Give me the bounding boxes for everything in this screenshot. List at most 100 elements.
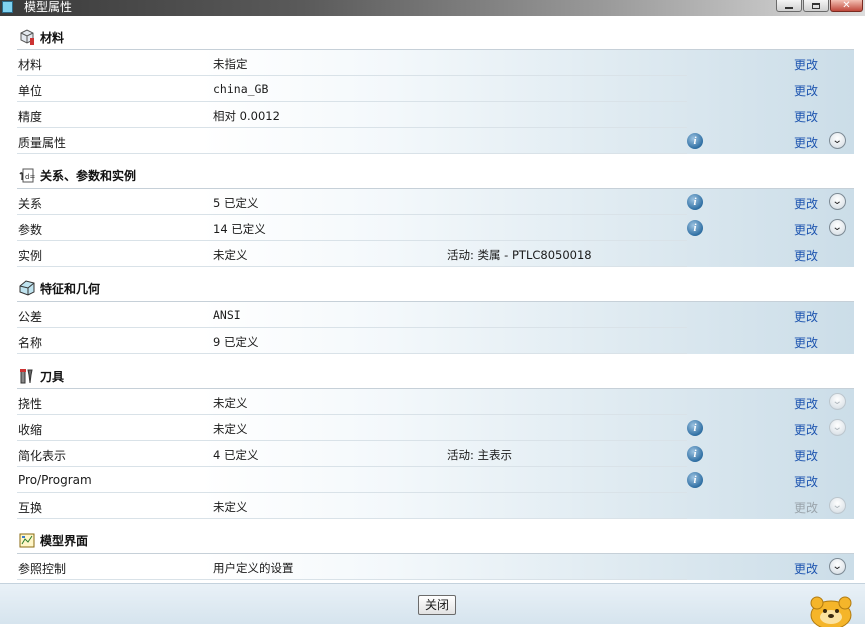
change-link[interactable]: 更改 bbox=[794, 108, 818, 125]
row-divider bbox=[17, 153, 687, 154]
expand-button[interactable]: ⌄ bbox=[829, 193, 846, 210]
info-icon[interactable]: i bbox=[687, 133, 703, 149]
property-label: 质量属性 bbox=[18, 136, 67, 150]
property-label: 互换 bbox=[18, 501, 43, 515]
property-value: 未定义 bbox=[213, 500, 248, 514]
change-link[interactable]: 更改 bbox=[794, 247, 818, 264]
features-icon bbox=[18, 279, 36, 297]
change-link[interactable]: 更改 bbox=[794, 82, 818, 99]
chevron-down-icon: ⌄ bbox=[832, 395, 843, 407]
change-link[interactable]: 更改 bbox=[794, 473, 818, 490]
close-icon: ✕ bbox=[842, 0, 851, 11]
change-link[interactable]: 更改 bbox=[794, 447, 818, 464]
section-title: 模型界面 bbox=[40, 533, 89, 548]
change-link: 更改 bbox=[794, 501, 819, 515]
property-label: 实例 bbox=[18, 249, 43, 263]
property-label: 单位 bbox=[18, 84, 43, 98]
property-row: 互换 未定义 更改 ⌄ bbox=[17, 493, 854, 519]
property-value: 9 已定义 bbox=[213, 335, 259, 349]
property-row: 参数 14 已定义 i 更改 ⌄ bbox=[17, 215, 854, 241]
property-label: 参数 bbox=[18, 223, 43, 237]
info-icon[interactable]: i bbox=[687, 472, 703, 488]
material-icon bbox=[18, 28, 36, 46]
close-window-button[interactable]: ✕ bbox=[830, 0, 863, 12]
model-interface-icon bbox=[18, 531, 36, 549]
section-header: 模型界面 bbox=[18, 527, 854, 553]
property-label: 材料 bbox=[18, 58, 43, 72]
change-link[interactable]: 更改 bbox=[794, 334, 818, 351]
property-label: 收缩 bbox=[18, 423, 43, 437]
property-label: 关系 bbox=[18, 197, 43, 211]
row-divider bbox=[17, 266, 687, 267]
property-value: 未定义 bbox=[213, 422, 248, 436]
expand-button: ⌄ bbox=[829, 419, 846, 436]
property-active-info: 活动: 主表示 bbox=[447, 448, 513, 462]
property-row: 简化表示 4 已定义 活动: 主表示 i 更改 bbox=[17, 441, 854, 467]
change-link[interactable]: 更改 bbox=[794, 221, 818, 238]
info-icon[interactable]: i bbox=[687, 446, 703, 462]
close-button[interactable]: 关闭 bbox=[418, 595, 456, 615]
property-row: 单位 china_GB 更改 bbox=[17, 76, 854, 102]
row-divider bbox=[17, 353, 687, 354]
maximize-button[interactable] bbox=[803, 0, 829, 12]
property-row: 名称 9 已定义 更改 bbox=[17, 328, 854, 354]
row-divider bbox=[17, 579, 687, 580]
property-value: ANSI bbox=[213, 308, 241, 322]
tools-icon bbox=[18, 367, 36, 385]
section-title: 材料 bbox=[40, 30, 65, 45]
property-label: 名称 bbox=[18, 336, 43, 350]
change-link[interactable]: 更改 bbox=[794, 308, 818, 325]
property-row: 关系 5 已定义 i 更改 ⌄ bbox=[17, 189, 854, 215]
expand-button[interactable]: ⌄ bbox=[829, 132, 846, 149]
chevron-down-icon: ⌄ bbox=[832, 560, 843, 572]
svg-text:d=: d= bbox=[25, 173, 35, 181]
change-link[interactable]: 更改 bbox=[794, 195, 818, 212]
property-value: 14 已定义 bbox=[213, 222, 266, 236]
chevron-down-icon: ⌄ bbox=[832, 499, 843, 511]
property-value: china_GB bbox=[213, 82, 269, 96]
property-value: 未定义 bbox=[213, 248, 248, 262]
property-row: 材料 未指定 更改 bbox=[17, 50, 854, 76]
maximize-icon bbox=[812, 2, 820, 9]
property-row: 精度 相对 0.0012 更改 bbox=[17, 102, 854, 128]
property-value: 4 已定义 bbox=[213, 448, 259, 462]
relations-icon: d= bbox=[18, 166, 36, 184]
info-icon[interactable]: i bbox=[687, 194, 703, 210]
property-row: 挠性 未定义 更改 ⌄ bbox=[17, 389, 854, 415]
change-link[interactable]: 更改 bbox=[794, 421, 818, 438]
expand-button[interactable]: ⌄ bbox=[829, 558, 846, 575]
property-label: Pro/Program bbox=[18, 473, 92, 487]
property-value: 未定义 bbox=[213, 396, 248, 410]
property-value: 未指定 bbox=[213, 57, 248, 71]
change-link[interactable]: 更改 bbox=[794, 56, 818, 73]
section-title: 刀具 bbox=[40, 369, 65, 384]
expand-button[interactable]: ⌄ bbox=[829, 219, 846, 236]
property-value: 相对 0.0012 bbox=[213, 109, 280, 123]
info-icon[interactable]: i bbox=[687, 420, 703, 436]
minimize-button[interactable] bbox=[776, 0, 802, 12]
property-row: 实例 未定义 活动: 类属 - PTLC8050018 更改 bbox=[17, 241, 854, 267]
chevron-down-icon: ⌄ bbox=[832, 421, 843, 433]
title-bar: 模型属性 ✕ bbox=[0, 0, 865, 16]
section-header: 材料 bbox=[18, 24, 854, 50]
section-title: 特征和几何 bbox=[40, 281, 101, 296]
change-link[interactable]: 更改 bbox=[794, 560, 818, 577]
change-link[interactable]: 更改 bbox=[794, 395, 818, 412]
property-row: 质量属性 i 更改 ⌄ bbox=[17, 128, 854, 154]
property-label: 参照控制 bbox=[18, 562, 67, 576]
row-divider bbox=[17, 518, 687, 519]
change-link[interactable]: 更改 bbox=[794, 134, 818, 151]
property-label: 公差 bbox=[18, 310, 43, 324]
property-row: 参照控制 用户定义的设置 更改 ⌄ bbox=[17, 554, 854, 580]
property-row: 收缩 未定义 i 更改 ⌄ bbox=[17, 415, 854, 441]
info-icon[interactable]: i bbox=[687, 220, 703, 236]
property-row: Pro/Program i 更改 bbox=[17, 467, 854, 493]
section-header: 特征和几何 bbox=[18, 275, 854, 301]
property-label: 挠性 bbox=[18, 397, 43, 411]
window-title: 模型属性 bbox=[24, 0, 73, 14]
property-label: 简化表示 bbox=[18, 449, 67, 463]
section-header: d= 关系、参数和实例 bbox=[18, 162, 854, 188]
property-value: 5 已定义 bbox=[213, 196, 259, 210]
chevron-down-icon: ⌄ bbox=[832, 221, 843, 233]
app-icon bbox=[2, 1, 13, 13]
